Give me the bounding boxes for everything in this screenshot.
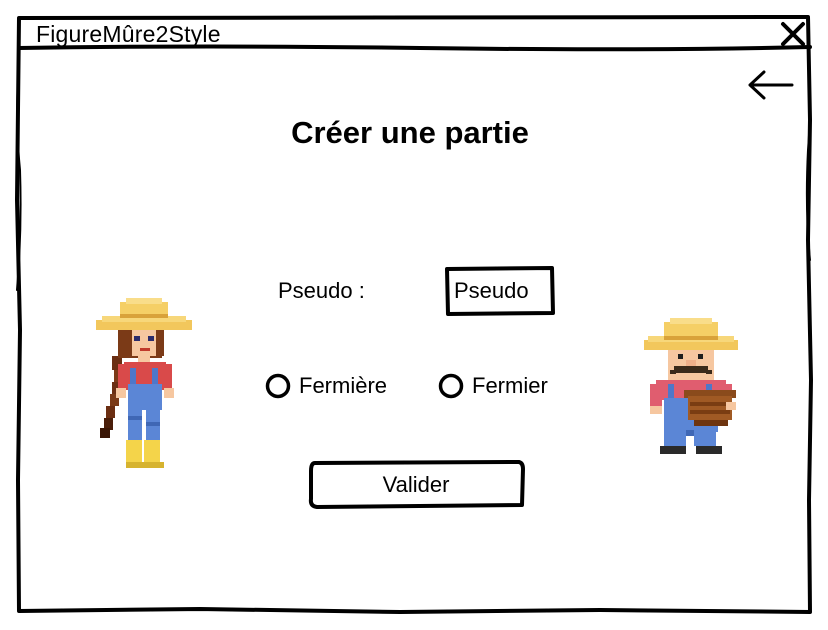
radio-fermiere[interactable]: Fermière — [265, 370, 387, 402]
arrow-left-icon — [748, 70, 794, 100]
back-button[interactable] — [744, 66, 798, 104]
page-title: Créer une partie — [291, 115, 529, 150]
pseudo-input[interactable] — [446, 267, 554, 315]
farmer-man-sprite — [644, 318, 738, 454]
radio-fermier[interactable]: Fermier — [438, 370, 548, 402]
validate-button[interactable]: Valider — [307, 459, 525, 511]
close-button[interactable] — [774, 15, 812, 51]
validate-button-label: Valider — [382, 472, 450, 497]
window-title: FigureMûre2Style — [36, 21, 221, 47]
farmer-woman-sprite — [96, 298, 192, 468]
close-icon — [781, 22, 805, 46]
radio-label-fermiere: Fermière — [299, 373, 388, 398]
radio-label-fermier: Fermier — [472, 373, 548, 398]
radio-circle-icon — [265, 373, 291, 399]
pseudo-label: Pseudo : — [278, 278, 365, 303]
radio-circle-icon — [438, 373, 464, 399]
